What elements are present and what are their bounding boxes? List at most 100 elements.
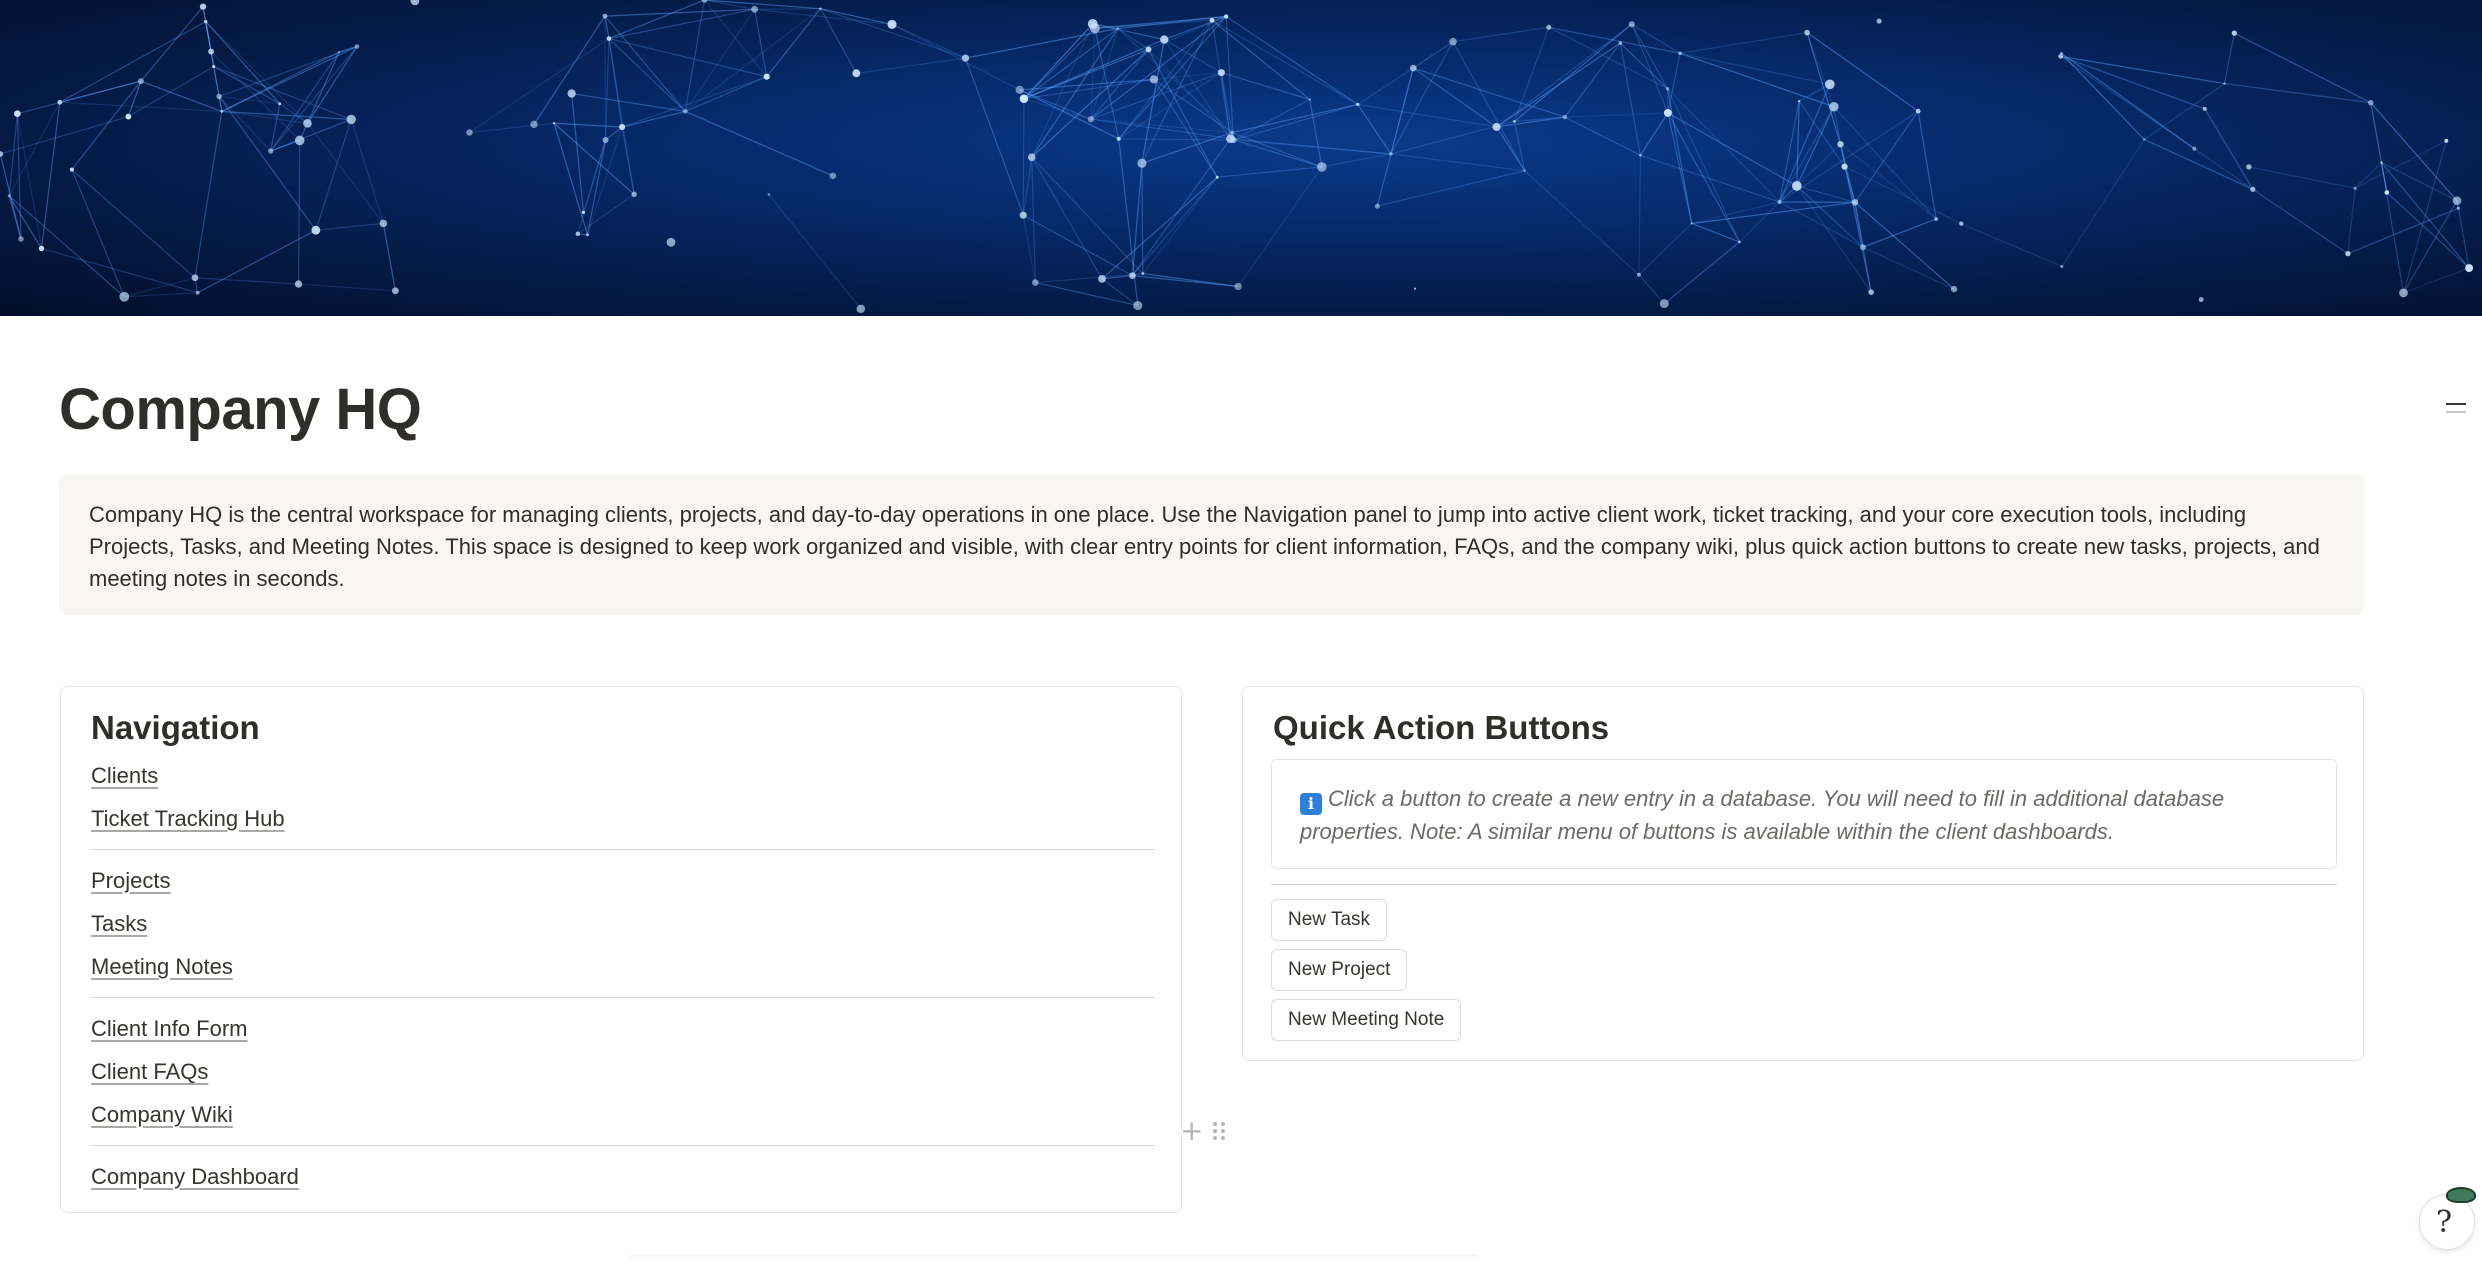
network-line [210,51,301,141]
network-line [1131,163,1143,276]
network-line [1739,201,1780,243]
network-node [1133,301,1143,311]
network-node [602,137,609,144]
network-line [127,80,142,117]
navigation-card: Navigation Clients Ticket Tracking Hub P… [60,686,1182,1213]
network-line [1142,176,1218,274]
network-line [2060,55,2195,150]
network-line [1357,103,1497,128]
network-graphic [0,0,2474,314]
network-line [1390,153,1525,172]
network-line [754,8,893,25]
network-line [2194,148,2254,190]
network-line [2354,140,2447,189]
network-line [1452,26,1549,43]
network-node [2452,196,2462,206]
info-icon: i [1300,793,1322,815]
plus-icon[interactable]: + [1180,1117,1203,1145]
network-line [2223,33,2235,84]
nav-link-tasks[interactable]: Tasks [91,911,147,937]
nav-link-ticket-tracking-hub[interactable]: Ticket Tracking Hub [91,806,285,832]
network-node [1356,102,1360,107]
network-node [819,7,822,10]
network-line [1778,84,1831,203]
network-line [553,123,589,235]
network-node [2380,161,2383,164]
drag-handle-icon[interactable] [1213,1122,1226,1140]
network-line [1023,28,1119,100]
network-line [71,80,142,171]
quick-actions-heading: Quick Action Buttons [1273,709,1610,746]
network-node [137,78,144,85]
network-line [1631,23,1669,114]
network-node [2231,30,2237,36]
network-node [1409,64,1417,72]
network-node [2367,99,2374,106]
new-project-button[interactable]: New Project [1271,949,1408,991]
network-line [8,195,125,298]
divider [90,997,1155,998]
nav-link-projects[interactable]: Projects [91,868,170,894]
network-node [1098,274,1106,283]
network-line [608,0,705,40]
network-node [1829,102,1839,112]
network-node [119,291,130,302]
network-node [567,89,576,98]
network-node [208,48,215,55]
nav-link-client-info-form[interactable]: Client Info Form [91,1016,248,1042]
network-line [213,66,223,112]
network-line [40,102,61,249]
network-line [577,193,635,235]
nav-link-company-dashboard[interactable]: Company Dashboard [91,1164,299,1190]
page-title[interactable]: Company HQ [59,378,422,442]
network-node [278,102,282,106]
new-task-button[interactable]: New Task [1271,899,1388,941]
help-assistant-icon[interactable]: ? [2419,1187,2476,1250]
network-node [1618,41,1623,45]
network-line [553,122,635,195]
network-node [1149,75,1159,84]
network-node [294,135,305,146]
nav-link-client-faqs[interactable]: Client FAQs [91,1059,208,1085]
network-line [1412,41,1454,69]
network-line [2061,139,2145,267]
network-line [571,93,585,213]
quick-actions-info-callout: i Click a button to create a new entry in… [1271,759,2337,869]
network-node [216,93,222,100]
network-line [608,37,767,78]
network-line [571,92,686,113]
network-node [7,194,11,198]
network-line [1023,48,1149,100]
navigation-heading: Navigation [91,709,260,746]
network-line [1231,131,1323,168]
network-node [1308,98,1311,101]
network-node [212,64,216,69]
network-line [1035,272,1143,284]
network-node [530,120,538,129]
network-node [0,151,4,157]
hat-icon [2446,1187,2476,1203]
nav-link-company-wiki[interactable]: Company Wiki [91,1102,233,1128]
network-line [1101,176,1218,280]
network-line [1118,138,1234,141]
table-of-contents-icon[interactable] [2446,403,2466,415]
network-line [1452,41,1526,172]
nav-link-meeting-notes[interactable]: Meeting Notes [91,954,233,980]
network-node [1492,122,1501,131]
network-line [17,80,142,115]
network-line [1141,163,1144,274]
network-node [1087,116,1095,123]
network-line [604,15,686,112]
network-node [2246,164,2252,170]
network-line [218,96,272,152]
network-line [554,122,623,128]
divider [1271,884,2337,885]
new-meeting-note-button[interactable]: New Meeting Note [1271,999,1462,1041]
network-line [703,0,768,78]
network-line [1390,41,1454,155]
network-node [2198,297,2204,303]
network-line [1854,201,1955,290]
network-node [852,69,861,78]
nav-link-clients[interactable]: Clients [91,763,158,789]
network-line [1667,53,1681,114]
